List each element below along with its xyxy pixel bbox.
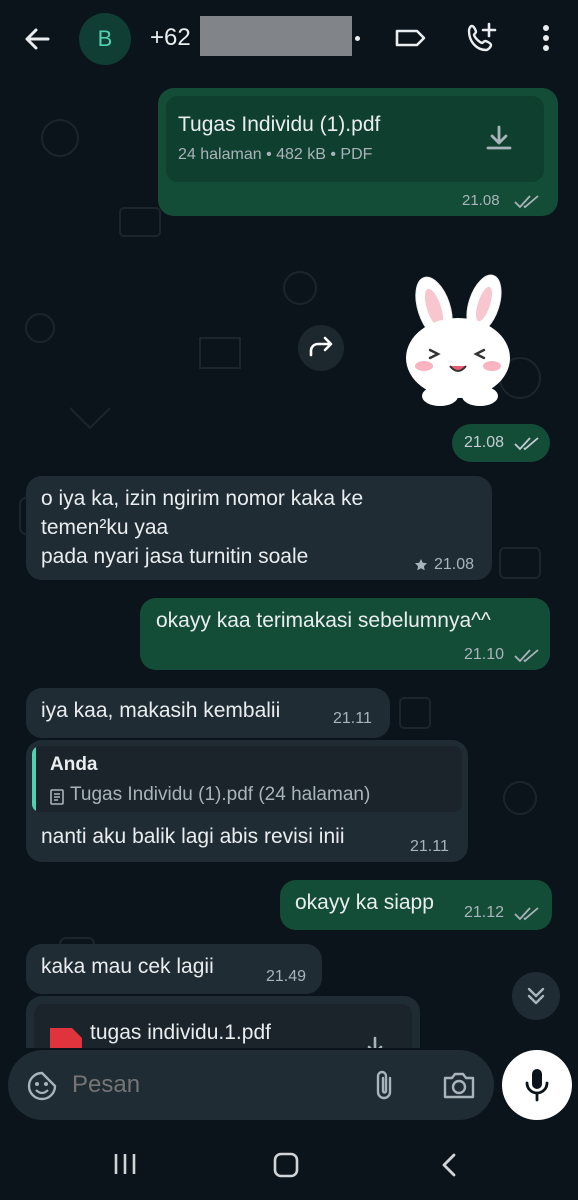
bunny-sticker[interactable] [396, 274, 526, 408]
message-time: 21.08 [462, 192, 500, 209]
chat-header: B +62 [0, 0, 578, 78]
message-document-in[interactable]: tugas individu.1.pdf [26, 996, 420, 1048]
pdf-file-icon [50, 1028, 82, 1048]
quote-bar [32, 746, 36, 812]
message-time: 21.10 [464, 646, 505, 663]
message-text-in[interactable]: o iya ka, izin ngirim nomor kaka ke teme… [26, 476, 492, 580]
message-text: kaka mau cek lagii [41, 955, 214, 978]
recent-apps-icon[interactable] [112, 1152, 138, 1176]
paperclip-icon[interactable] [372, 1068, 398, 1102]
read-ticks-icon [514, 907, 539, 921]
sticker-icon[interactable] [26, 1070, 58, 1102]
message-time: 21.12 [464, 904, 505, 921]
forward-icon [309, 336, 333, 357]
message-reply-in[interactable]: Anda Tugas Individu (1).pdf (24 halaman)… [26, 740, 468, 862]
message-text: nanti aku balik lagi abis revisi inii [41, 825, 345, 848]
message-text-in[interactable]: iya kaa, makasih kembalii 21.11 [26, 688, 390, 738]
download-icon[interactable] [482, 122, 516, 156]
message-document-out[interactable]: Tugas Individu (1).pdf 24 halaman • 482 … [158, 88, 558, 216]
mic-icon [525, 1069, 549, 1102]
nav-back-icon[interactable] [438, 1152, 462, 1178]
quote-text: Tugas Individu (1).pdf (24 halaman) [70, 784, 371, 805]
message-input[interactable] [72, 1068, 342, 1102]
message-time: 21.08 [434, 556, 475, 573]
message-time: 21.49 [266, 968, 307, 985]
camera-icon[interactable] [442, 1070, 476, 1100]
message-time: 21.08 [464, 434, 505, 451]
arrow-left-icon[interactable] [20, 22, 54, 56]
message-text: okayy ka siapp [295, 891, 434, 914]
read-ticks-icon [514, 437, 539, 451]
double-chevron-down-icon [527, 987, 545, 1005]
add-call-icon[interactable] [464, 20, 500, 56]
avatar-letter: B [97, 26, 113, 51]
message-list[interactable]: Tugas Individu (1).pdf 24 halaman • 482 … [0, 78, 578, 1048]
message-time: 21.11 [410, 838, 449, 855]
document-file-name: tugas individu.1.pdf [90, 1021, 271, 1044]
document-small-icon [50, 789, 64, 805]
quote-author: Anda [50, 754, 98, 775]
document-file-meta: 24 halaman • 482 kB • PDF [178, 146, 373, 163]
document-card[interactable]: tugas individu.1.pdf [34, 1004, 412, 1048]
label-icon[interactable] [392, 20, 428, 56]
download-icon[interactable] [360, 1034, 390, 1048]
read-ticks-icon [514, 195, 539, 209]
star-icon [415, 559, 427, 571]
message-text: iya kaa, makasih kembalii [41, 699, 281, 722]
message-text-out[interactable]: okayy ka siapp 21.12 [280, 880, 552, 930]
more-vert-icon[interactable] [528, 20, 564, 56]
message-text: okayy kaa terimakasi sebelumnya^^ [156, 609, 491, 632]
sticker-time-pill: 21.08 [452, 424, 550, 462]
home-icon[interactable] [272, 1152, 300, 1178]
document-card[interactable]: Tugas Individu (1).pdf 24 halaman • 482 … [166, 96, 544, 182]
forward-button[interactable] [298, 325, 344, 371]
system-navigation-bar [0, 1128, 578, 1200]
message-text-out[interactable]: okayy kaa terimakasi sebelumnya^^ 21.10 [140, 598, 550, 670]
message-text: o iya ka, izin ngirim nomor kaka ke teme… [41, 487, 364, 568]
message-text-in[interactable]: kaka mau cek lagii 21.49 [26, 944, 322, 994]
read-ticks-icon [514, 649, 539, 663]
scroll-down-button[interactable] [512, 972, 560, 1020]
quoted-message[interactable]: Anda Tugas Individu (1).pdf (24 halaman) [32, 746, 462, 812]
document-file-name: Tugas Individu (1).pdf [178, 113, 381, 136]
mic-button[interactable] [502, 1050, 572, 1120]
message-time: 21.11 [333, 710, 372, 727]
contact-name[interactable]: +62 [150, 24, 191, 52]
message-composer[interactable] [8, 1050, 494, 1120]
ellipsis-dot [355, 36, 360, 41]
avatar[interactable]: B [79, 13, 131, 65]
redacted-number [200, 16, 352, 56]
